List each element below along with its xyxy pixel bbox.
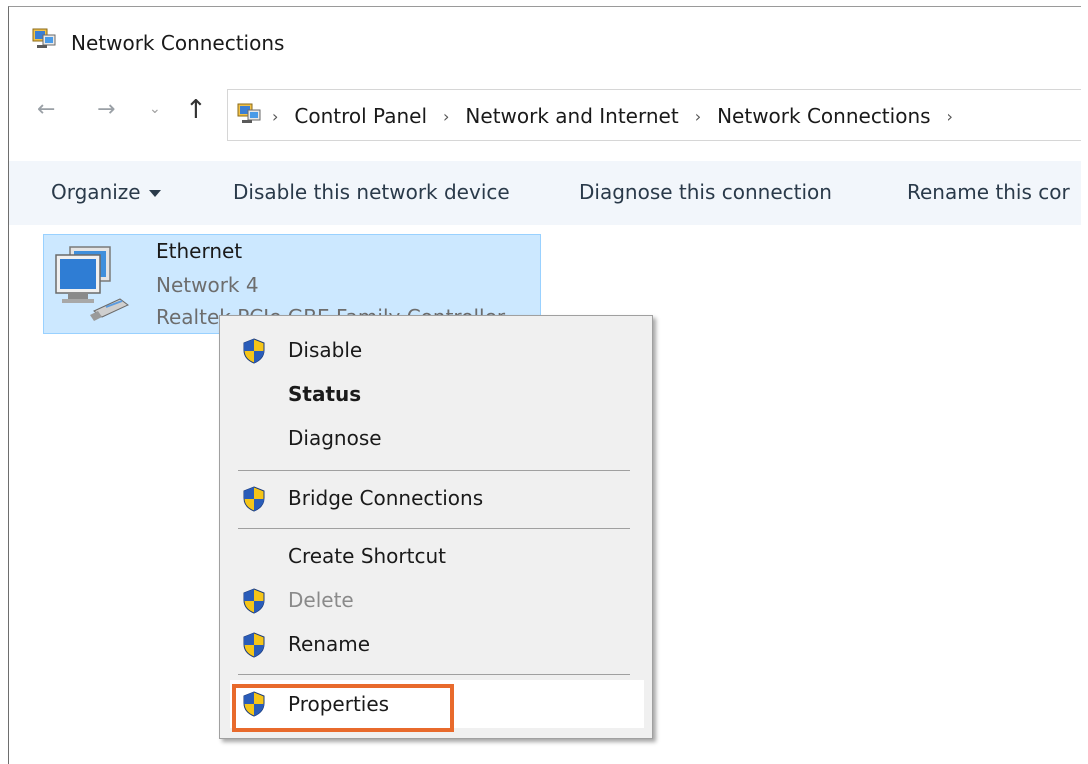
- address-bar[interactable]: › Control Panel › Network and Internet ›…: [227, 89, 1081, 141]
- command-bar: Organize Disable this network device Dia…: [9, 161, 1081, 225]
- menu-item-delete: Delete: [220, 578, 652, 622]
- arrow-left-icon: ←: [37, 97, 56, 122]
- forward-button[interactable]: →: [97, 97, 115, 122]
- menu-item-bridge-connections[interactable]: Bridge Connections: [220, 476, 652, 520]
- menu-item-label: Status: [288, 382, 362, 406]
- organize-label: Organize: [51, 180, 141, 204]
- organize-button[interactable]: Organize: [51, 180, 161, 204]
- menu-item-rename[interactable]: Rename: [220, 622, 652, 666]
- breadcrumb-chevron-icon[interactable]: ›: [947, 107, 953, 126]
- network-connections-icon: [237, 103, 261, 123]
- menu-separator: [238, 528, 630, 529]
- menu-separator: [238, 470, 630, 471]
- breadcrumb-chevron-icon[interactable]: ›: [272, 107, 278, 126]
- uac-shield-icon: [243, 338, 265, 364]
- uac-shield-icon: [243, 588, 265, 614]
- chevron-down-icon: ⌄: [149, 101, 161, 117]
- menu-item-diagnose[interactable]: Diagnose: [220, 416, 652, 460]
- diagnose-connection-button[interactable]: Diagnose this connection: [579, 180, 832, 204]
- menu-item-label: Create Shortcut: [288, 544, 446, 568]
- menu-item-label: Rename: [288, 632, 371, 656]
- disable-device-button[interactable]: Disable this network device: [233, 180, 510, 204]
- uac-shield-icon: [243, 632, 265, 658]
- context-menu: Disable Status Diagnose Bridge Connectio…: [219, 315, 653, 739]
- uac-shield-icon: [243, 486, 265, 512]
- breadcrumb-chevron-icon[interactable]: ›: [443, 107, 449, 126]
- connection-network: Network 4: [156, 273, 259, 297]
- network-connections-window: Network Connections ← → ⌄ ↑ › Control Pa…: [8, 6, 1081, 764]
- menu-item-create-shortcut[interactable]: Create Shortcut: [220, 534, 652, 578]
- network-connections-icon: [32, 28, 56, 48]
- breadcrumb-control-panel[interactable]: Control Panel: [294, 104, 427, 128]
- menu-item-disable[interactable]: Disable: [220, 328, 652, 372]
- breadcrumb-network-connections[interactable]: Network Connections: [717, 104, 930, 128]
- arrow-right-icon: →: [97, 97, 116, 122]
- menu-item-label: Disable: [288, 338, 363, 362]
- menu-item-status[interactable]: Status: [220, 372, 652, 416]
- back-button[interactable]: ←: [37, 97, 55, 122]
- menu-separator: [238, 674, 630, 675]
- menu-item-label: Diagnose: [288, 426, 382, 450]
- network-adapter-icon: [55, 246, 129, 321]
- rename-connection-button[interactable]: Rename this cor: [907, 180, 1070, 204]
- caret-down-icon: [148, 190, 161, 197]
- menu-item-label: Bridge Connections: [288, 486, 484, 510]
- properties-highlight-box: [232, 684, 454, 732]
- arrow-up-icon: ↑: [185, 95, 207, 125]
- breadcrumb-network-and-internet[interactable]: Network and Internet: [465, 104, 678, 128]
- window-title: Network Connections: [71, 31, 285, 55]
- breadcrumb: › Control Panel › Network and Internet ›…: [272, 104, 969, 128]
- menu-item-label: Delete: [288, 588, 354, 612]
- breadcrumb-chevron-icon[interactable]: ›: [695, 107, 701, 126]
- recent-locations-button[interactable]: ⌄: [149, 101, 161, 117]
- connection-name: Ethernet: [156, 239, 243, 263]
- up-button[interactable]: ↑: [185, 95, 207, 125]
